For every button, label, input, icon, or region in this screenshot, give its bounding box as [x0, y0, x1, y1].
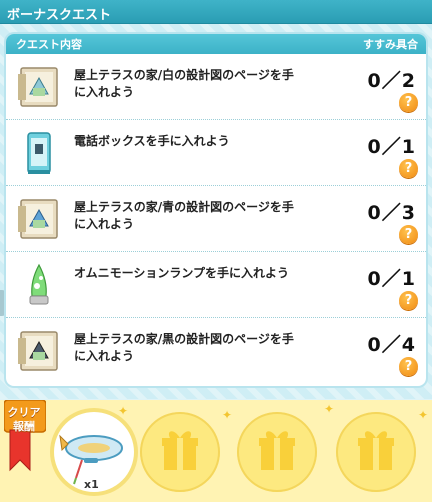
empty-reward-slot [140, 412, 220, 492]
quest-text: 屋上テラスの家/白の設計図のページを手に入れよう [74, 68, 294, 99]
sparkle-icon: ✦ [324, 402, 335, 416]
quest-panel: クエスト内容 すすみ具合 屋上テラスの家/白の設計図のページを手に入れよう 0／… [6, 34, 426, 386]
sparkle-icon: ✦ [418, 408, 429, 422]
quest-text: 屋上テラスの家/黒の設計図のページを手に入れよう [74, 332, 294, 363]
quest-progress: 0／1 [367, 268, 416, 290]
blueprint-icon [18, 67, 58, 107]
reward-item-count: x1 [84, 478, 99, 491]
quest-progress: 0／4 [367, 334, 416, 356]
blueprint-icon [18, 199, 58, 239]
sparkle-icon: ✦ [118, 404, 129, 418]
quest-row: オムニモーションランプを手に入れよう 0／1 ? [6, 252, 426, 318]
header-quest-content: クエスト内容 [16, 38, 82, 51]
lava-lamp-icon [29, 263, 49, 305]
phone-booth-icon [27, 132, 51, 174]
quest-progress: 0／3 [367, 202, 416, 224]
reward-ribbon-label: クリア報酬 [7, 406, 41, 433]
help-button[interactable]: ? [399, 225, 418, 244]
quest-progress: 0／2 [367, 70, 416, 92]
panel-header: クエスト内容 すすみ具合 [6, 34, 426, 54]
help-button[interactable]: ? [399, 93, 418, 112]
header-progress: すすみ具合 [363, 38, 418, 51]
quest-row: 屋上テラスの家/青の設計図のページを手に入れよう 0／3 ? [6, 186, 426, 252]
blueprint-icon [18, 331, 58, 371]
reward-area: クリア報酬 x1 ✦ ✦ ✦ ✦ [0, 400, 432, 502]
quest-text: 屋上テラスの家/青の設計図のページを手に入れよう [74, 200, 294, 231]
quest-text: オムニモーションランプを手に入れよう [74, 266, 290, 280]
gift-box-icon [358, 431, 394, 470]
quest-text: 電話ボックスを手に入れよう [74, 134, 230, 148]
window-title: ボーナスクエスト [0, 0, 432, 24]
help-button[interactable]: ? [399, 357, 418, 376]
gift-box-icon [259, 431, 295, 470]
quest-row: 電話ボックスを手に入れよう 0／1 ? [6, 120, 426, 186]
quest-row: 屋上テラスの家/黒の設計図のページを手に入れよう 0／4 ? [6, 318, 426, 384]
sparkle-icon: ✦ [222, 408, 233, 422]
help-button[interactable]: ? [399, 291, 418, 310]
quest-progress: 0／1 [367, 136, 416, 158]
help-button[interactable]: ? [399, 159, 418, 178]
empty-reward-slot [336, 412, 416, 492]
empty-reward-slot [237, 412, 317, 492]
quest-row: 屋上テラスの家/白の設計図のページを手に入れよう 0／2 ? [6, 54, 426, 120]
gift-box-icon [162, 431, 198, 470]
